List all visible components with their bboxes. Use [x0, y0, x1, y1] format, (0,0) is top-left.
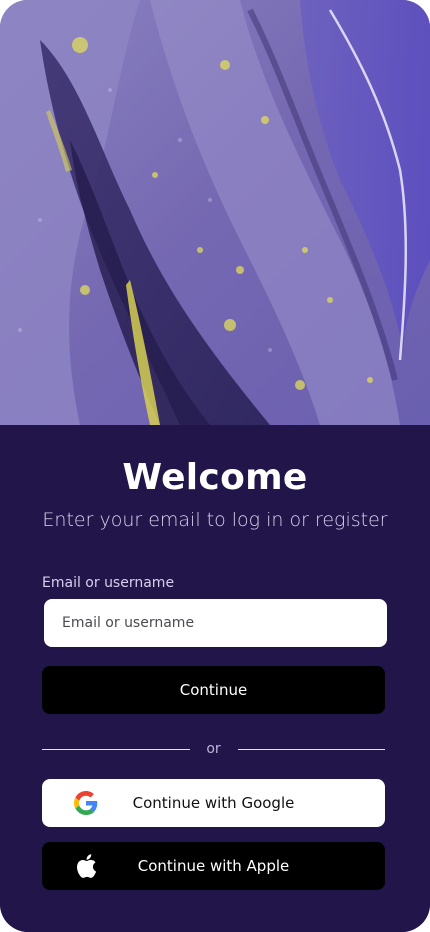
continue-with-google-button[interactable]: Continue with Google — [42, 779, 385, 827]
google-button-label: Continue with Google — [132, 794, 295, 812]
apple-button-label: Continue with Apple — [137, 857, 290, 875]
email-field-container — [44, 599, 387, 647]
continue-button[interactable]: Continue — [42, 666, 385, 714]
google-icon — [74, 791, 98, 815]
abstract-paint-image — [0, 0, 430, 425]
divider-line-right — [237, 748, 385, 750]
or-divider: or — [42, 739, 385, 759]
continue-with-apple-button[interactable]: Continue with Apple — [42, 842, 385, 890]
hero-artwork — [0, 0, 430, 425]
continue-button-label: Continue — [179, 681, 248, 699]
apple-icon — [74, 854, 98, 878]
login-panel: Welcome Enter your email to log in or re… — [0, 425, 430, 932]
email-field[interactable] — [44, 599, 387, 647]
email-field-label: Email or username — [42, 575, 175, 591]
page-subtitle: Enter your email to log in or register — [42, 509, 388, 531]
divider-line-left — [42, 748, 190, 750]
divider-text: or — [206, 741, 221, 757]
login-screen: Welcome Enter your email to log in or re… — [0, 0, 430, 932]
page-title: Welcome — [122, 457, 308, 498]
